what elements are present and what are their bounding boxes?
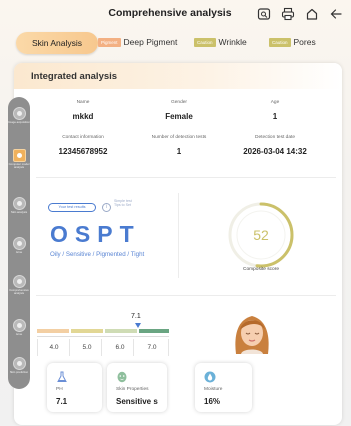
scale-tick [69,339,70,356]
vertical-divider [178,193,179,278]
model-icon [12,149,26,162]
skin-type-description: Oily / Sensitive / Pigmented / Tight [50,251,145,258]
scale-segment [71,329,103,333]
skin-properties-card[interactable]: Skin Properties Sensitive s [107,363,167,412]
rail-item-skin-analysis[interactable]: Skin analysis [8,197,30,214]
gender-label: Gender [171,100,187,105]
tab-deep-pigment[interactable]: Pigment Deep Pigment [98,37,177,47]
skin-properties-label: Skin Properties [116,387,149,392]
home-icon[interactable] [305,7,319,21]
contact-value: 12345678952 [58,147,108,156]
moisture-card[interactable]: Moisture 16% [195,363,252,412]
scale-baseline [37,336,169,337]
gender-value: Female [165,112,193,121]
ph-label: PH [56,387,63,392]
page-title: Comprehensive analysis [108,7,232,19]
tab-pores[interactable]: Caution Pores [269,37,316,47]
skin-type-code: OSPT [50,221,141,247]
print-icon[interactable] [281,7,295,21]
age-label: Age [270,100,280,105]
scale-label: 7.0 [147,344,157,351]
age-value: 1 [272,112,278,121]
divider [36,177,336,178]
scale-segment [37,329,69,333]
scale-tick [133,339,134,356]
ph-pointer [135,323,141,328]
rail-item-acne-2[interactable]: Acne [8,319,30,336]
analysis-tabs: Skin Analysis Pigment Deep Pigment Cauti… [14,31,342,55]
scale-tick [101,339,102,356]
pigment-badge: Pigment [98,37,121,47]
section-header: Integrated analysis [14,63,342,89]
tab-wrinkle[interactable]: Caution Wrinkle [194,37,247,47]
tab-skin-analysis[interactable]: Skin Analysis [16,32,98,54]
date-value: 2026-03-04 14:32 [243,147,307,156]
tab-label: Wrinkle [218,37,247,47]
camera-icon [12,107,26,120]
side-navigation-rail: Image acquisition Computer model analysi… [8,97,30,389]
ph-current-value: 7.1 [131,313,141,320]
rail-item-image-acquisition[interactable]: Image acquisition [8,107,30,124]
tips-icon[interactable]: i [102,203,111,212]
prediction-icon [12,357,26,370]
water-drop-icon [204,371,216,383]
score-label: Composite score [243,267,279,272]
rail-item-acne[interactable]: Acne [8,237,30,254]
caution-badge: Caution [194,37,216,47]
back-arrow-icon[interactable] [329,7,343,21]
acne-icon [12,237,26,250]
face-mask-icon [117,371,127,383]
scale-segment [139,329,169,333]
skin-properties-value: Sensitive s [116,397,158,406]
tests-value: 1 [176,147,182,156]
user-avatar [235,316,269,354]
flask-icon [57,371,67,382]
scale-label: 5.0 [82,344,92,351]
ph-value: 7.1 [56,397,68,406]
moisture-value: 16% [204,397,221,406]
date-label: Detection test date [255,135,295,140]
scale-tick [168,339,169,356]
scale-tick [37,339,38,356]
tests-label: Number of detection tests [151,135,207,140]
acne-icon [12,319,26,332]
name-label: Name [76,100,90,105]
scale-segment [105,329,137,333]
rail-item-comprehensive[interactable]: Comprehensive analysis [8,275,30,296]
ph-card[interactable]: PH 7.1 [47,363,102,412]
divider [36,295,336,296]
contact-label: Contact information [62,135,104,140]
simple-test-tips[interactable]: Simple test Tips to Set [114,199,132,207]
preview-icon[interactable] [257,7,271,21]
test-results-pill: Your test results [48,203,96,212]
scale-label: 6.0 [115,344,125,351]
tab-label: Deep Pigment [123,37,178,47]
rail-item-model-analysis[interactable]: Computer model analysis [8,149,30,170]
moisture-label: Moisture [204,387,223,392]
name-value: mkkd [72,112,94,121]
caution-badge: Caution [269,37,291,47]
rail-item-skin-prediction[interactable]: Skin prediction [8,357,30,374]
section-title: Integrated analysis [31,71,118,82]
score-value: 52 [253,227,269,243]
top-bar: Comprehensive analysis [0,0,351,28]
scale-label: 4.0 [49,344,59,351]
tab-label: Pores [293,37,316,47]
skin-icon [12,197,26,210]
composite-score-gauge: 52 [228,202,294,268]
analysis-icon [12,275,26,288]
